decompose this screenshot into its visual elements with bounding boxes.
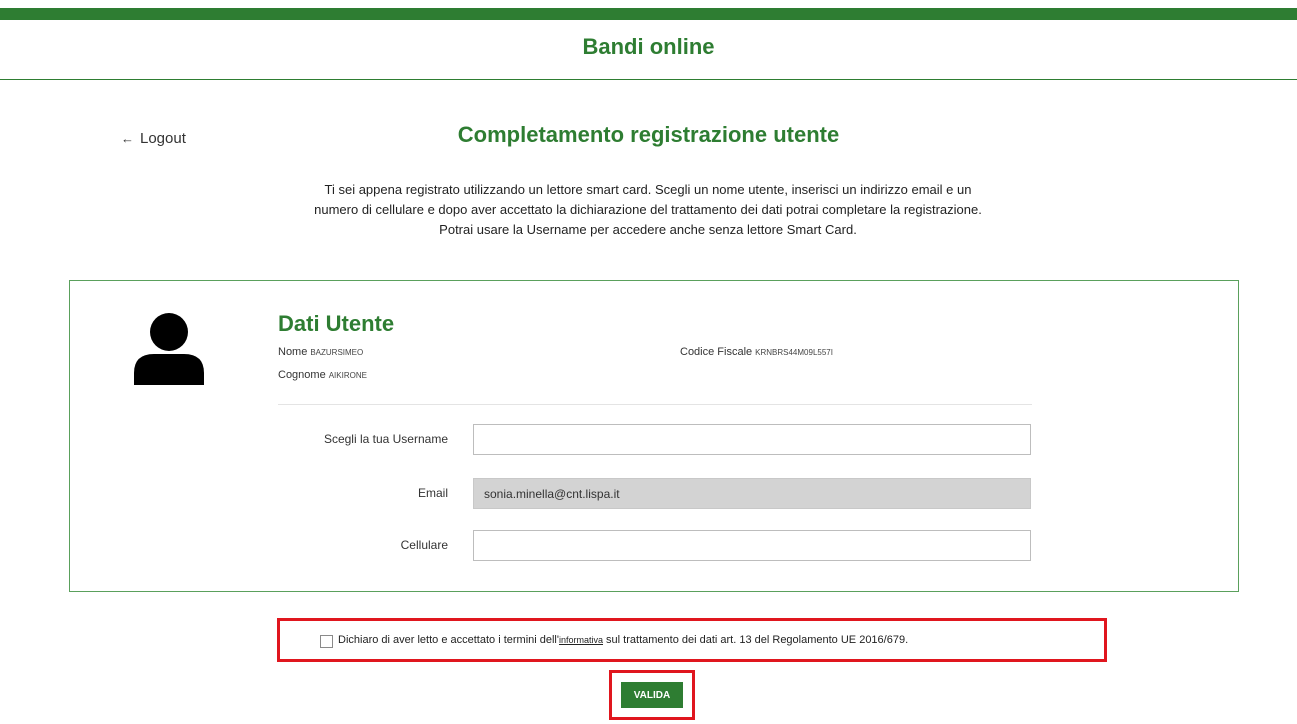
intro-line: Ti sei appena registrato utilizzando un … (324, 182, 972, 197)
informativa-link[interactable]: informativa (559, 635, 603, 645)
intro-line: numero di cellulare e dopo aver accettat… (314, 202, 982, 217)
consent-box: Dichiaro di aver letto e accettato i ter… (277, 618, 1107, 662)
top-brand-bar (0, 8, 1297, 20)
page-title: Completamento registrazione utente (457, 122, 840, 147)
codice-fiscale-info: Codice Fiscale KRNBRS44M09L557I (680, 346, 833, 358)
username-input[interactable] (473, 424, 1031, 455)
card-title: Dati Utente (278, 311, 395, 336)
user-data-card: Dati Utente Nome BAZURSIMEO Cognome AIKIRO… (69, 280, 1239, 592)
consent-text-after: sul trattamento dei dati art. 13 del Reg… (603, 634, 909, 646)
cellulare-label: Cellulare (400, 538, 448, 552)
consent-text-before: Dichiaro di aver letto e accettato i ter… (338, 634, 559, 646)
cognome-info: Cognome AIKIRONE (278, 369, 367, 381)
intro-text: Ti sei appena registrato utilizzando un … (248, 180, 1048, 240)
username-label: Scegli la tua Username (323, 432, 448, 446)
email-label: Email (417, 486, 448, 500)
cognome-value: AIKIRONE (328, 371, 367, 380)
card-divider (278, 404, 1032, 405)
nome-info: Nome BAZURSIMEO (278, 346, 363, 358)
cognome-label: Cognome (278, 369, 326, 381)
app-title: Bandi online (582, 34, 715, 59)
header-divider (0, 79, 1297, 80)
nome-value: BAZURSIMEO (310, 348, 364, 357)
valida-button[interactable]: VALIDA (621, 682, 683, 708)
intro-line: Potrai usare la Username per accedere an… (439, 222, 857, 237)
valida-button-highlight: VALIDA (609, 670, 695, 720)
cellulare-input[interactable] (473, 530, 1031, 561)
user-silhouette-icon (134, 313, 204, 385)
codice-fiscale-label: Codice Fiscale (680, 346, 753, 358)
consent-text: Dichiaro di aver letto e accettato i ter… (338, 634, 908, 646)
email-field[interactable] (473, 478, 1031, 509)
codice-fiscale-value: KRNBRS44M09L557I (755, 348, 833, 357)
consent-checkbox[interactable] (320, 635, 333, 648)
nome-label: Nome (278, 346, 308, 358)
